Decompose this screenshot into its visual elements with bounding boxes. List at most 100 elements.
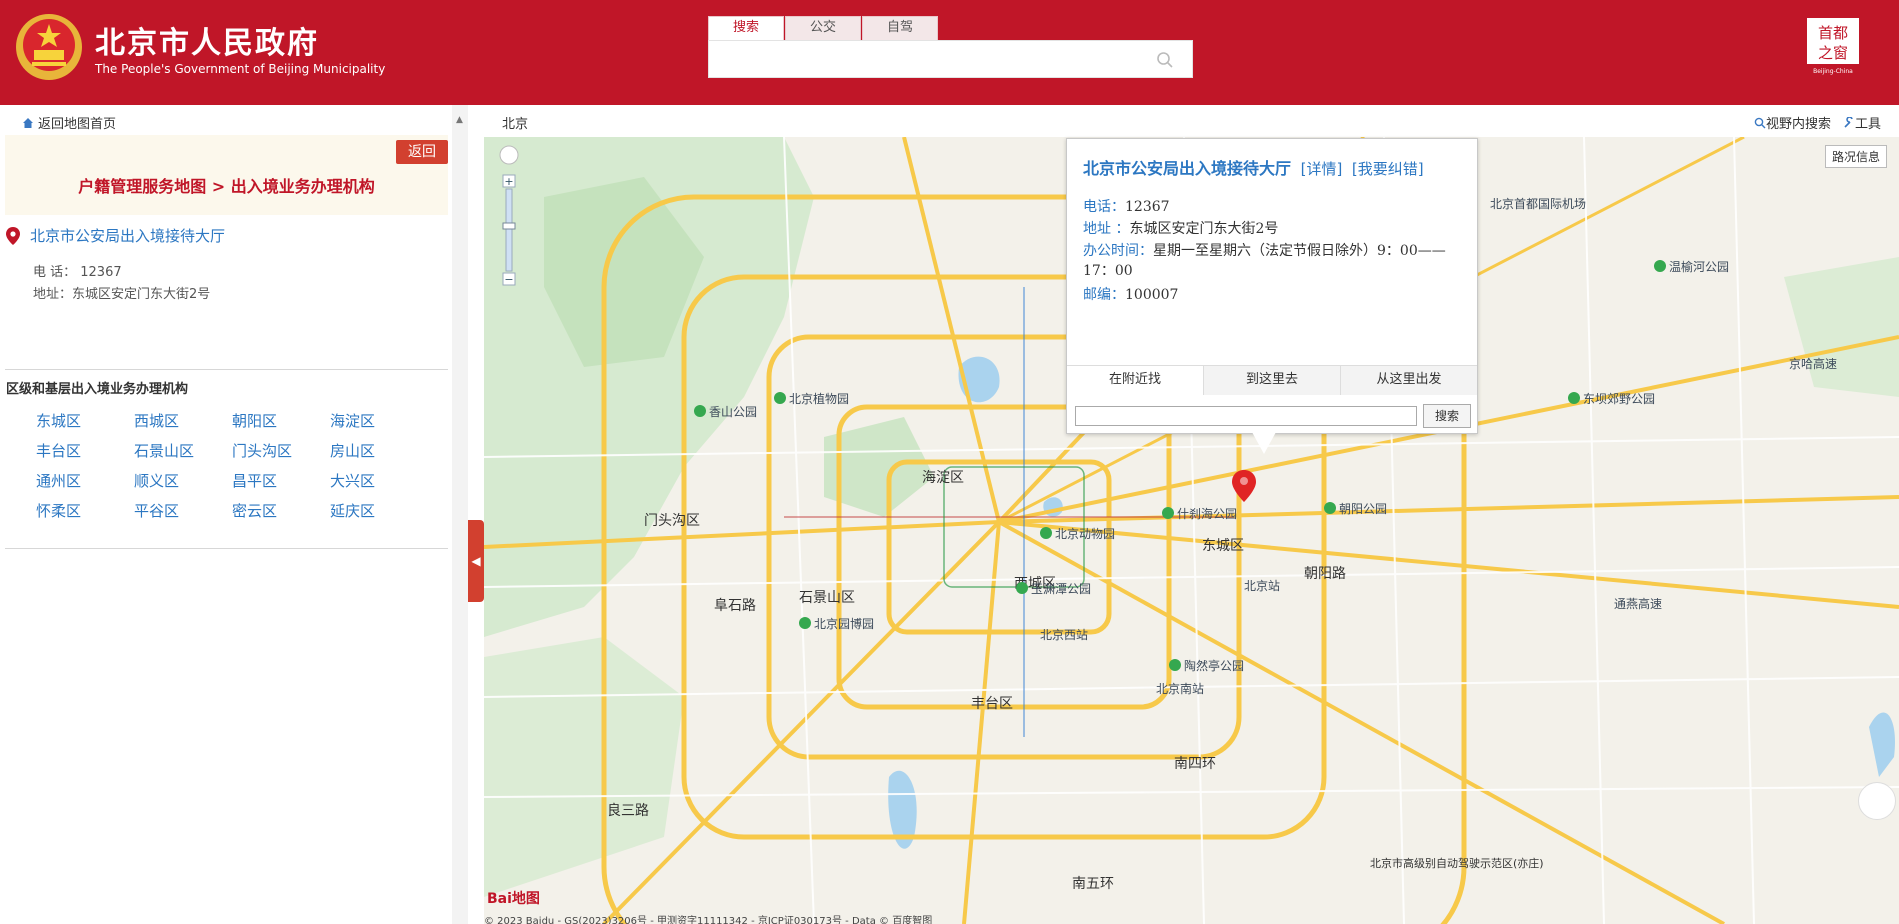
- map-label-wenyu: 温榆河公园: [1654, 258, 1729, 275]
- info-address-row: 地址 ：东城区安定门东大街2号: [1083, 219, 1465, 239]
- district-link-huairou[interactable]: 怀柔区: [36, 500, 134, 521]
- tab-route-to[interactable]: 到这里去: [1204, 366, 1341, 395]
- address-label: 地址 ：: [1083, 221, 1130, 237]
- district-link-xicheng[interactable]: 西城区: [134, 410, 232, 431]
- park-icon: [1324, 502, 1336, 514]
- tab-route-from[interactable]: 从这里出发: [1341, 366, 1477, 395]
- svg-text:之窗: 之窗: [1818, 44, 1848, 62]
- view-search-button[interactable]: 视野内搜索: [1754, 113, 1831, 132]
- park-icon: [694, 405, 706, 417]
- location-pin-icon: [6, 226, 20, 245]
- park-icon: [1169, 659, 1181, 671]
- road-info-button[interactable]: 路况信息: [1824, 145, 1887, 168]
- map-label-chaoyang-road: 朝阳路: [1304, 566, 1346, 582]
- svg-text:Beijing-China: Beijing-China: [1813, 68, 1853, 75]
- map-label-haidian: 海淀区: [922, 470, 964, 486]
- nearby-search-button[interactable]: 搜索: [1423, 404, 1471, 428]
- map-label-chaoyang-park: 朝阳公园: [1324, 500, 1387, 517]
- district-link-tongzhou[interactable]: 通州区: [36, 470, 134, 491]
- district-link-miyun[interactable]: 密云区: [232, 500, 330, 521]
- district-link-yanqing[interactable]: 延庆区: [330, 500, 428, 521]
- national-emblem-icon: [16, 14, 82, 80]
- org-link[interactable]: 北京市公安局出入境接待大厅: [6, 225, 225, 246]
- map-label-yuanbo: 北京园博园: [799, 615, 874, 632]
- map-label-beijing-station: 北京站: [1244, 579, 1281, 593]
- tab-nearby-search[interactable]: 在附近找: [1067, 366, 1204, 395]
- district-link-chaoyang[interactable]: 朝阳区: [232, 410, 330, 431]
- park-name: 东坝郊野公园: [1583, 392, 1656, 406]
- org-name: 北京市公安局出入境接待大厅: [30, 227, 226, 245]
- map-copyright: © 2023 Baidu - GS(2023)3206号 - 甲测资字11111…: [484, 916, 933, 924]
- map-label-tongyan: 通燕高速: [1614, 597, 1663, 611]
- left-scrollbar[interactable]: ▲: [452, 105, 468, 924]
- wrench-icon: [1844, 116, 1853, 128]
- back-button[interactable]: 返回: [396, 140, 448, 164]
- phone-value: 12367: [1125, 199, 1170, 215]
- location-marker-icon[interactable]: [1232, 470, 1256, 502]
- baidu-map-logo[interactable]: Bai地图: [487, 888, 540, 908]
- tools-button[interactable]: 工具: [1843, 113, 1881, 132]
- info-title: 北京市公安局出入境接待大厅: [1083, 159, 1292, 178]
- nearby-search-input[interactable]: [1075, 406, 1417, 426]
- park-name: 北京园博园: [814, 617, 875, 631]
- home-icon: [23, 117, 33, 128]
- refresh-float-icon[interactable]: [1858, 782, 1896, 820]
- map-label-nanwuhuan: 南五环: [1072, 876, 1114, 892]
- info-hours-row: 办公时间：星期一至星期六（法定节假日除外）9：00——17：00: [1083, 241, 1465, 281]
- zoom-control[interactable]: + −: [494, 145, 524, 305]
- map-label-xiangshan: 香山公园: [694, 403, 757, 420]
- map-label-fengtai: 丰台区: [971, 696, 1013, 712]
- district-link-daxing[interactable]: 大兴区: [330, 470, 428, 491]
- svg-text:+: +: [504, 175, 513, 188]
- tab-bus[interactable]: 公交: [785, 16, 861, 40]
- hours-label: 办公时间：: [1083, 243, 1153, 259]
- site-subtitle: The People's Government of Beijing Munic…: [95, 62, 386, 76]
- district-link-shijingshan[interactable]: 石景山区: [134, 440, 232, 461]
- capital-window-logo[interactable]: 首都 之窗 Beijing-China: [1805, 16, 1861, 76]
- park-name: 玉渊潭公园: [1031, 582, 1092, 596]
- org-address: 地址：东城区安定门东大街2号: [33, 287, 211, 302]
- postcode-value: 100007: [1125, 287, 1179, 303]
- district-link-fangshan[interactable]: 房山区: [330, 440, 428, 461]
- map-label-shichahai: 什刹海公园: [1162, 505, 1237, 522]
- district-link-mentougou[interactable]: 门头沟区: [232, 440, 330, 461]
- district-link-shunyi[interactable]: 顺义区: [134, 470, 232, 491]
- district-link-dongcheng[interactable]: 东城区: [36, 410, 134, 431]
- correct-link[interactable]: [我要纠错]: [1352, 160, 1424, 178]
- site-title[interactable]: 北京市人民政府: [95, 18, 319, 62]
- map-label-zoo: 北京动物园: [1040, 525, 1115, 542]
- map-label-nansihuan: 南四环: [1174, 756, 1216, 772]
- tab-search[interactable]: 搜索: [708, 16, 784, 40]
- district-link-changping[interactable]: 昌平区: [232, 470, 330, 491]
- info-title-row: 北京市公安局出入境接待大厅 [详情] [我要纠错]: [1083, 155, 1424, 179]
- site-header: 北京市人民政府 The People's Government of Beiji…: [0, 0, 1899, 105]
- info-phone-row: 电话：12367: [1083, 197, 1465, 217]
- park-name: 陶然亭公园: [1184, 659, 1245, 673]
- search-icon[interactable]: [1156, 51, 1174, 69]
- map-label-bjhad: 北京市高级别自动驾驶示范区(亦庄): [1370, 857, 1544, 870]
- map-label-liangxiang: 良三路: [607, 803, 649, 819]
- district-link-fengtai[interactable]: 丰台区: [36, 440, 134, 461]
- place-info-window: 北京市公安局出入境接待大厅 [详情] [我要纠错] 电话：12367 地址 ：东…: [1066, 138, 1478, 434]
- park-icon: [1568, 392, 1580, 404]
- park-icon: [1016, 582, 1028, 594]
- back-home-link[interactable]: 返回地图首页: [22, 113, 116, 132]
- scroll-up-arrow-icon[interactable]: ▲: [456, 115, 463, 125]
- svg-text:−: −: [504, 273, 513, 286]
- breadcrumb-box: 返回 户籍管理服务地图 > 出入境业务办理机构: [5, 135, 448, 215]
- detail-link[interactable]: [详情]: [1301, 160, 1343, 178]
- district-grid: 东城区 西城区 朝阳区 海淀区 丰台区 石景山区 门头沟区 房山区 通州区 顺义…: [36, 410, 436, 521]
- district-link-haidian[interactable]: 海淀区: [330, 410, 428, 431]
- collapse-panel-button[interactable]: ◀: [468, 520, 484, 602]
- park-icon: [1162, 507, 1174, 519]
- park-name: 温榆河公园: [1669, 260, 1730, 274]
- park-icon: [1040, 527, 1052, 539]
- current-city[interactable]: 北京: [502, 113, 528, 132]
- tab-drive[interactable]: 自驾: [862, 16, 938, 40]
- info-window-pointer: [1252, 432, 1276, 454]
- district-link-pinggu[interactable]: 平谷区: [134, 500, 232, 521]
- search-input[interactable]: [709, 41, 1149, 77]
- section-title: 区级和基层出入境业务办理机构: [6, 382, 189, 397]
- map-label-fushi: 阜石路: [714, 598, 756, 614]
- map-label-botanical: 北京植物园: [774, 390, 849, 407]
